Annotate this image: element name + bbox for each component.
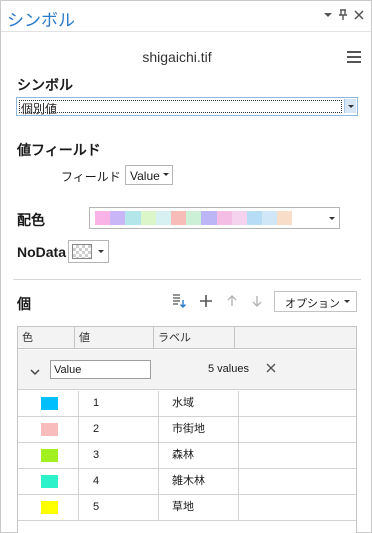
focus-indicator: [19, 100, 342, 113]
value-cell: 2: [78, 417, 159, 442]
symbol-cell[interactable]: [18, 417, 78, 442]
chevron-down-icon[interactable]: [30, 365, 40, 376]
symbol-cell[interactable]: [18, 469, 78, 494]
table-header: 色 値 ラベル: [18, 327, 356, 349]
symbol-cell[interactable]: [18, 495, 78, 520]
color-scheme-swatch: [231, 211, 247, 225]
symbol-swatch[interactable]: [41, 397, 58, 410]
symbology-label: シンボル: [17, 77, 73, 93]
symbol-swatch[interactable]: [41, 423, 58, 436]
color-scheme-swatch: [216, 211, 232, 225]
value-group-row: 5 values: [18, 350, 356, 390]
column-header-label[interactable]: ラベル: [154, 327, 235, 349]
table-row[interactable]: 5 草地: [18, 495, 356, 521]
color-scheme-swatch: [277, 211, 293, 225]
label-cell[interactable]: 草地: [159, 495, 239, 520]
color-scheme-swatch: [110, 211, 126, 225]
pane-titlebar: シンボル: [1, 1, 371, 32]
close-icon[interactable]: [265, 362, 277, 374]
symbology-type-select[interactable]: 個別値: [16, 97, 358, 116]
color-scheme-label: 配色: [17, 212, 45, 228]
value-cell: 3: [78, 443, 159, 468]
nodata-color-select[interactable]: [68, 240, 109, 263]
chevron-down-icon: [344, 300, 350, 303]
close-icon[interactable]: [352, 8, 366, 22]
field-1-label: フィールド 1: [61, 170, 131, 184]
pane-title: シンボル: [7, 11, 75, 30]
pin-icon[interactable]: [336, 8, 350, 22]
plus-icon[interactable]: [198, 293, 214, 309]
group-field-input[interactable]: [50, 360, 151, 379]
color-scheme-swatch: [140, 211, 156, 225]
color-scheme-swatch: [155, 211, 171, 225]
label-cell[interactable]: 市街地: [159, 417, 239, 442]
table-row[interactable]: 4 雑木林: [18, 469, 356, 495]
classes-table: 色 値 ラベル 5 values 1水域2市街地3森林4雑木林5草地: [17, 326, 357, 533]
group-value-count: 5 values: [208, 363, 249, 375]
chevron-down-icon[interactable]: [321, 8, 335, 22]
options-label: オプション: [285, 298, 340, 310]
symbology-pane: シンボル shigaichi.tif シンボル 個別値 値フィールド フィールド…: [0, 0, 372, 533]
hamburger-menu-icon[interactable]: [347, 51, 361, 63]
color-scheme-swatch: [125, 211, 141, 225]
value-cell: 4: [78, 469, 159, 494]
arrow-down-icon[interactable]: [249, 293, 265, 309]
options-menu-button[interactable]: オプション: [274, 291, 357, 312]
symbol-cell[interactable]: [18, 391, 78, 416]
column-header-color[interactable]: 色: [18, 327, 75, 349]
chevron-down-icon: [329, 217, 335, 220]
symbology-type-value: 個別値: [21, 102, 58, 116]
label-cell[interactable]: 水域: [159, 391, 239, 416]
chevron-down-icon: [163, 173, 169, 176]
field-1-select[interactable]: Value: [125, 165, 173, 185]
nodata-label: NoData: [17, 244, 67, 260]
add-values-icon[interactable]: [171, 293, 187, 309]
symbol-swatch[interactable]: [41, 449, 58, 462]
value-cell: 1: [78, 391, 159, 416]
symbol-swatch[interactable]: [41, 501, 58, 514]
color-scheme-swatch: [95, 211, 111, 225]
color-scheme-preview: [95, 211, 293, 225]
section-divider: [13, 279, 361, 280]
color-scheme-swatch: [262, 211, 278, 225]
color-scheme-swatch: [170, 211, 187, 225]
table-row[interactable]: 1 水域: [18, 391, 356, 417]
chevron-down-icon[interactable]: [344, 99, 356, 113]
arrow-up-icon[interactable]: [224, 293, 240, 309]
chevron-down-icon: [98, 250, 104, 253]
color-scheme-swatch: [186, 211, 202, 225]
field-1-value: Value: [130, 169, 160, 183]
label-cell[interactable]: 森林: [159, 443, 239, 468]
value-field-label: 値フィールド: [17, 142, 101, 158]
color-scheme-swatch: [246, 211, 263, 225]
label-cell[interactable]: 雑木林: [159, 469, 239, 494]
no-color-swatch-icon: [72, 244, 92, 259]
value-cell: 5: [78, 495, 159, 520]
table-row[interactable]: 3 森林: [18, 443, 356, 469]
titlebar-divider: [1, 31, 371, 32]
column-header-value[interactable]: 値: [75, 327, 154, 349]
classes-label: 個: [17, 296, 31, 312]
symbol-cell[interactable]: [18, 443, 78, 468]
color-scheme-swatch: [201, 211, 217, 225]
layer-name: shigaichi.tif: [142, 49, 212, 65]
table-row[interactable]: 2 市街地: [18, 417, 356, 443]
symbol-swatch[interactable]: [41, 475, 58, 488]
color-scheme-select[interactable]: [89, 207, 340, 229]
